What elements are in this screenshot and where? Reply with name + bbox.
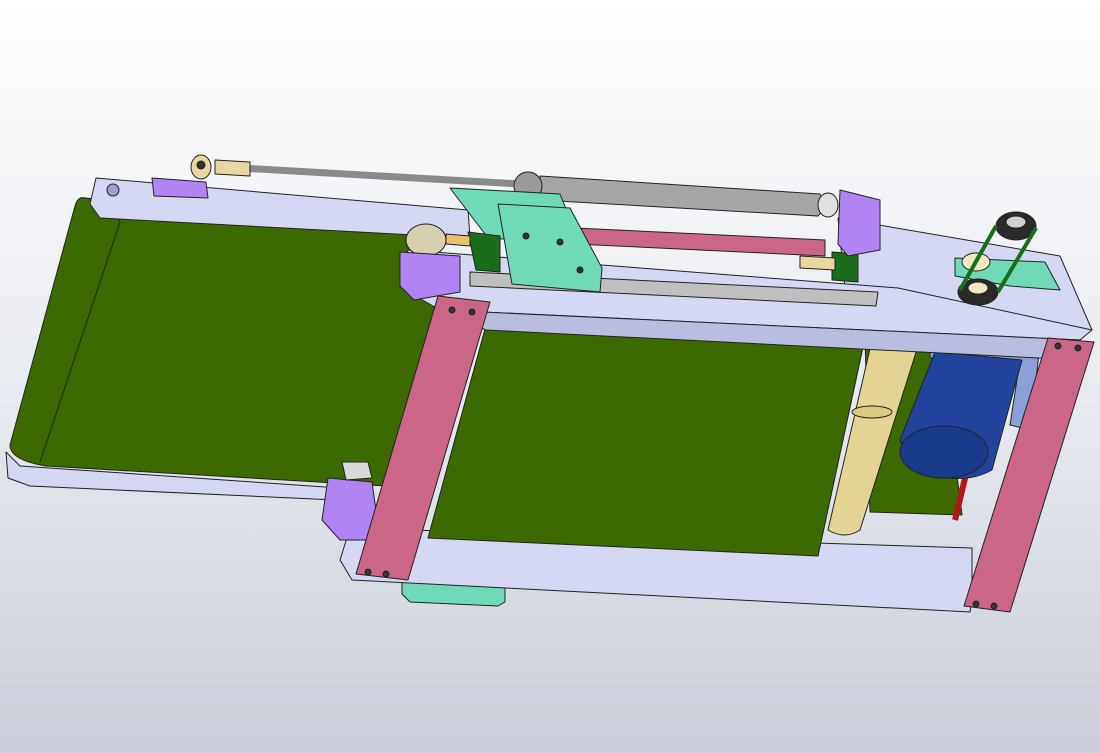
- air-cylinder: [539, 175, 824, 217]
- olive-bracket-right: [831, 251, 859, 283]
- belt-right: [427, 317, 866, 557]
- leg-rear-bolt-bot-2: [990, 602, 998, 610]
- carriage-bolt-3: [576, 266, 584, 274]
- leg-rear-bolt-top-1: [1054, 342, 1062, 350]
- slide-carriage: [497, 203, 603, 293]
- belt-left: [9, 197, 441, 489]
- sensor-fitting-left: [445, 233, 471, 247]
- leg-front-bolt-bot-1: [364, 568, 372, 576]
- carriage-bolt-1: [522, 232, 530, 240]
- purple-mount-block-left: [399, 251, 461, 301]
- leg-front-bolt-top-2: [468, 308, 476, 316]
- rod-end-fitting: [214, 159, 251, 177]
- right-purple-bracket: [837, 189, 881, 257]
- tensioner-nut: [341, 461, 373, 481]
- leg-rear-bolt-bot-1: [972, 600, 980, 608]
- left-purple-bracket: [151, 177, 209, 199]
- leg-front-bolt-top-1: [448, 306, 456, 314]
- idler-roller-ring: [851, 405, 893, 419]
- cylinder-piston-rod: [239, 164, 521, 188]
- cad-viewport[interactable]: [0, 0, 1100, 753]
- drive-motor-cap: [899, 425, 989, 479]
- rear-pink-rail: [574, 227, 826, 257]
- lower-pulley-hub: [967, 281, 989, 295]
- conveyor-assembly-model[interactable]: [0, 0, 1100, 753]
- timing-pulley-hub: [1005, 215, 1027, 229]
- rod-end-hole: [196, 160, 206, 170]
- leg-rear-bolt-top-2: [1074, 344, 1082, 352]
- shock-absorber-right: [799, 255, 836, 271]
- back-frame-hole: [106, 183, 120, 197]
- leg-front-bolt-bot-2: [382, 570, 390, 578]
- cylinder-end-cap-rear: [817, 192, 839, 218]
- carriage-bolt-2: [556, 238, 564, 246]
- sensor-knob-left: [405, 223, 447, 257]
